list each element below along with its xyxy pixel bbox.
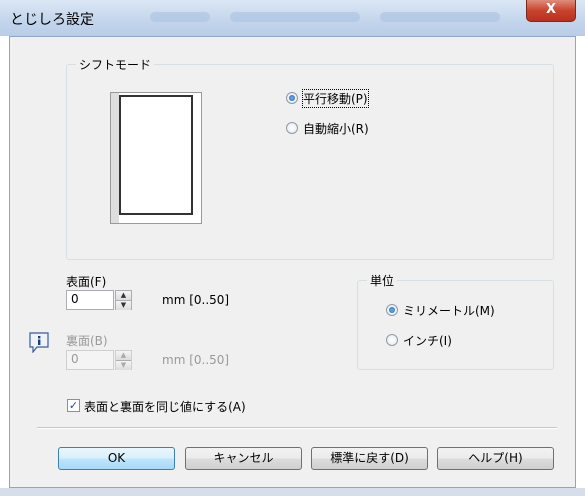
unit-group: [357, 280, 554, 370]
page-preview: [110, 92, 202, 224]
info-icon: [29, 332, 49, 353]
radio-auto-reduce-label[interactable]: 自動縮小(R): [303, 120, 369, 137]
title-bar[interactable]: とじしろ設定 X: [0, 0, 585, 36]
radio-millimeter[interactable]: [386, 304, 398, 316]
unit-legend: 単位: [367, 272, 398, 289]
same-value-label[interactable]: 表面と裏面を同じ値にする(A): [84, 398, 246, 415]
ok-button[interactable]: OK: [58, 447, 175, 470]
front-input[interactable]: 0: [66, 290, 114, 310]
front-label: 表面(F): [66, 275, 107, 289]
spin-up-icon[interactable]: ▲: [116, 351, 131, 360]
title-bar-blur: [150, 12, 210, 22]
radio-millimeter-label[interactable]: ミリメートル(M): [403, 302, 495, 319]
back-label: 裏面(B): [66, 334, 108, 348]
window-title: とじしろ設定: [10, 12, 94, 28]
back-spinner[interactable]: ▲ ▼: [115, 350, 132, 370]
window-bottom-edge: [0, 488, 585, 496]
front-spinner[interactable]: ▲ ▼: [115, 290, 132, 310]
radio-parallel-shift-label[interactable]: 平行移動(P): [302, 89, 369, 108]
radio-auto-reduce[interactable]: [286, 122, 298, 134]
close-icon: X: [545, 2, 557, 17]
cancel-button[interactable]: キャンセル: [185, 447, 302, 470]
radio-inch[interactable]: [386, 334, 398, 346]
title-bar-blur: [380, 12, 500, 22]
same-value-checkbox[interactable]: ✓: [67, 399, 80, 412]
page-content-area: [119, 95, 193, 215]
front-range: mm [0..50]: [162, 293, 230, 307]
spin-up-icon[interactable]: ▲: [116, 291, 131, 300]
radio-parallel-shift[interactable]: [286, 92, 298, 104]
radio-inch-label[interactable]: インチ(I): [403, 332, 452, 349]
reset-button[interactable]: 標準に戻す(D): [311, 447, 428, 470]
spin-down-icon[interactable]: ▼: [116, 360, 131, 370]
spin-down-icon[interactable]: ▼: [116, 300, 131, 310]
binding-margin-pattern: [111, 93, 119, 223]
close-button[interactable]: X: [526, 0, 576, 22]
separator: [37, 427, 557, 429]
title-bar-blur: [230, 12, 360, 22]
help-button[interactable]: ヘルプ(H): [437, 447, 554, 470]
back-range: mm [0..50]: [162, 353, 230, 367]
back-input[interactable]: 0: [66, 350, 114, 370]
shift-mode-legend: シフトモード: [76, 56, 155, 73]
